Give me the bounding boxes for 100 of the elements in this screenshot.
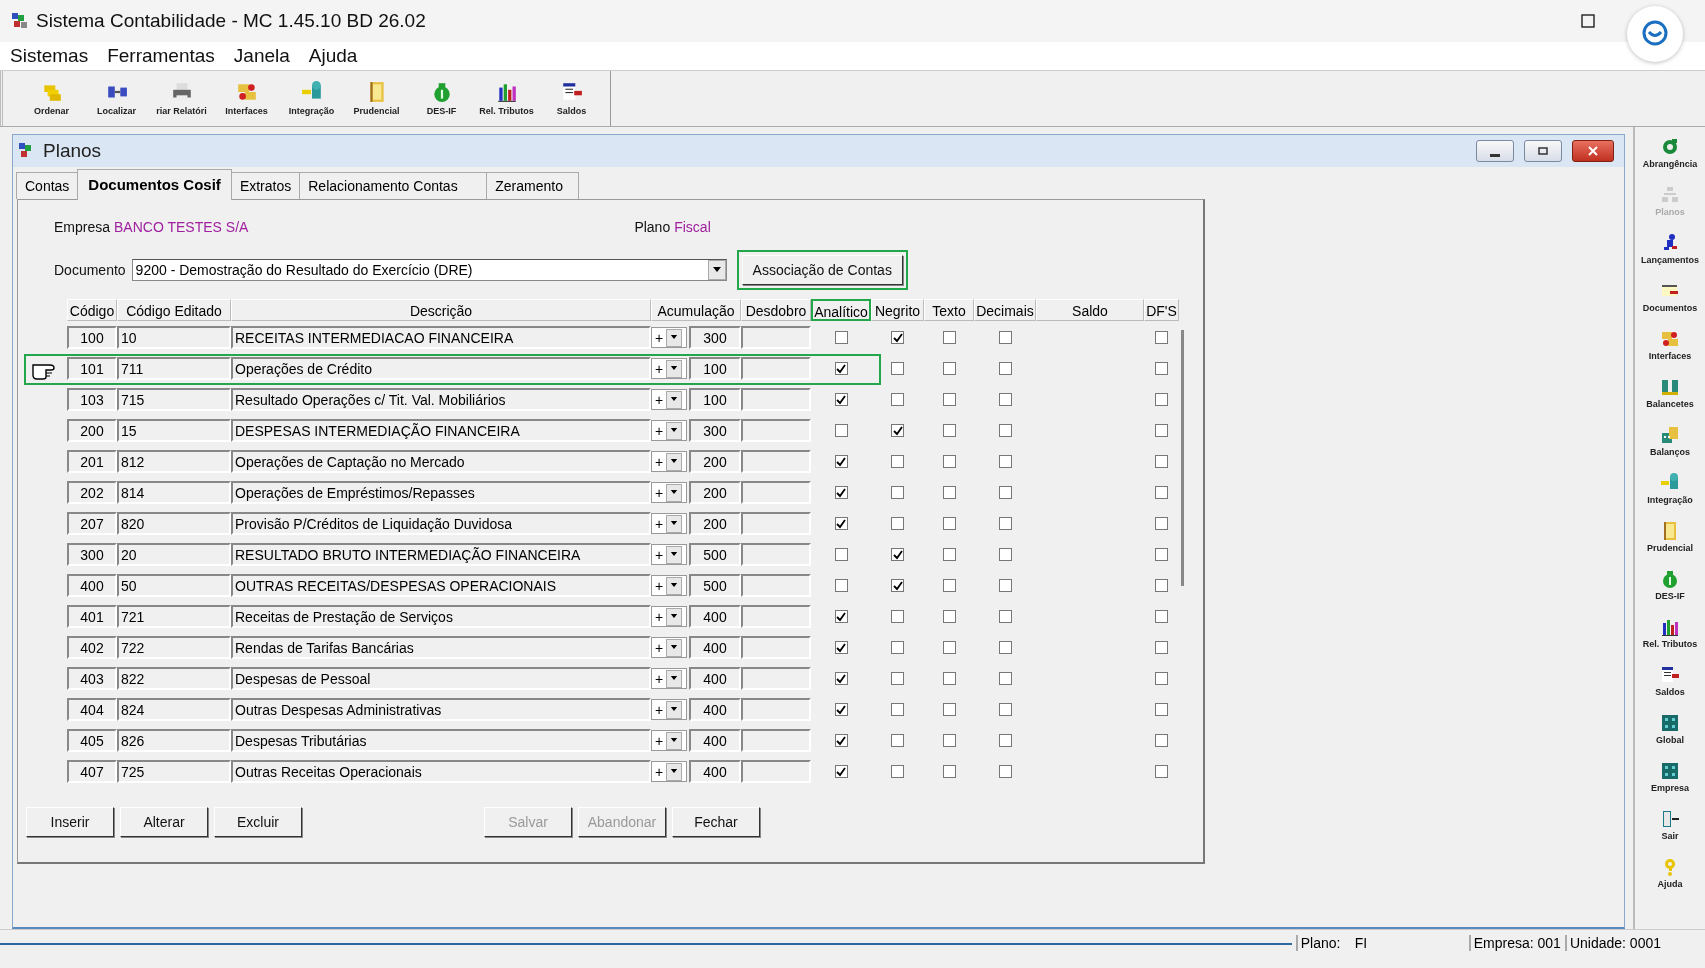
checkbox[interactable]: [891, 579, 904, 592]
checkbox[interactable]: [998, 548, 1012, 561]
checkbox[interactable]: [998, 579, 1012, 592]
checkbox[interactable]: [1155, 455, 1168, 468]
menu-item[interactable]: Ferramentas: [107, 45, 215, 67]
sidebar-button[interactable]: Saldos: [1635, 665, 1705, 713]
toolbar-button[interactable]: Interfaces: [214, 81, 279, 116]
checkbox[interactable]: [891, 734, 904, 747]
checkbox[interactable]: [942, 486, 956, 499]
checkbox[interactable]: [834, 610, 848, 623]
checkbox[interactable]: [1155, 610, 1168, 623]
checkbox[interactable]: [834, 579, 848, 592]
checkbox[interactable]: [891, 362, 904, 375]
checkbox[interactable]: [1155, 517, 1168, 530]
checkbox[interactable]: [891, 610, 904, 623]
checkbox[interactable]: [998, 486, 1012, 499]
sidebar-button[interactable]: Sair: [1635, 809, 1705, 857]
checkbox[interactable]: [998, 424, 1012, 437]
toolbar-button[interactable]: Saldos: [539, 81, 604, 116]
checkbox[interactable]: [834, 331, 848, 344]
checkbox[interactable]: [1155, 734, 1168, 747]
checkbox[interactable]: [998, 517, 1012, 530]
checkbox[interactable]: [891, 548, 904, 561]
checkbox[interactable]: [1155, 393, 1168, 406]
checkbox[interactable]: [834, 393, 848, 406]
minimize-button[interactable]: [1476, 140, 1514, 162]
checkbox[interactable]: [834, 734, 848, 747]
checkbox[interactable]: [834, 641, 848, 654]
checkbox[interactable]: [1155, 424, 1168, 437]
checkbox[interactable]: [998, 765, 1012, 778]
sidebar-button[interactable]: Prudencial: [1635, 521, 1705, 569]
sign-dropdown[interactable]: +: [651, 699, 687, 720]
checkbox[interactable]: [998, 641, 1012, 654]
sidebar-button[interactable]: Interfaces: [1635, 329, 1705, 377]
checkbox[interactable]: [1155, 765, 1168, 778]
checkbox[interactable]: [891, 331, 904, 344]
sign-dropdown[interactable]: +: [651, 513, 687, 534]
checkbox[interactable]: [1155, 641, 1168, 654]
sidebar-button[interactable]: Balancetes: [1635, 377, 1705, 425]
sign-dropdown[interactable]: +: [651, 575, 687, 596]
action-button[interactable]: Excluir: [214, 807, 302, 837]
checkbox[interactable]: [942, 579, 956, 592]
action-button[interactable]: Inserir: [26, 807, 114, 837]
checkbox[interactable]: [942, 331, 956, 344]
action-button[interactable]: Alterar: [120, 807, 208, 837]
checkbox[interactable]: [942, 362, 956, 375]
sidebar-button[interactable]: Rel. Tributos: [1635, 617, 1705, 665]
toolbar-button[interactable]: Rel. Tributos: [474, 81, 539, 116]
sign-dropdown[interactable]: +: [651, 637, 687, 658]
close-button[interactable]: [1572, 140, 1614, 162]
checkbox[interactable]: [942, 517, 956, 530]
checkbox[interactable]: [942, 393, 956, 406]
sign-dropdown[interactable]: +: [651, 606, 687, 627]
toolbar-button[interactable]: riar Relatóri: [149, 81, 214, 116]
sign-dropdown[interactable]: +: [651, 668, 687, 689]
checkbox[interactable]: [891, 455, 904, 468]
sidebar-button[interactable]: Lançamentos: [1635, 233, 1705, 281]
toolbar-button[interactable]: DES-IF: [409, 81, 474, 116]
checkbox[interactable]: [998, 734, 1012, 747]
checkbox[interactable]: [891, 517, 904, 530]
document-dropdown[interactable]: 9200 - Demostração do Resultado do Exercício (DRE): [131, 259, 727, 281]
toolbar-button[interactable]: Ordenar: [19, 81, 84, 116]
checkbox[interactable]: [834, 517, 848, 530]
sign-dropdown[interactable]: +: [651, 420, 687, 441]
checkbox[interactable]: [998, 672, 1012, 685]
sign-dropdown[interactable]: +: [651, 389, 687, 410]
sidebar-button[interactable]: Balanços: [1635, 425, 1705, 473]
checkbox[interactable]: [942, 703, 956, 716]
checkbox[interactable]: [1155, 579, 1168, 592]
checkbox[interactable]: [942, 641, 956, 654]
chat-bubble-button[interactable]: [1627, 6, 1683, 62]
checkbox[interactable]: [834, 424, 848, 437]
toolbar-button[interactable]: Localizar: [84, 81, 149, 116]
checkbox[interactable]: [891, 424, 904, 437]
checkbox[interactable]: [998, 362, 1012, 375]
checkbox[interactable]: [834, 548, 848, 561]
tab[interactable]: Zeramento: [486, 172, 580, 199]
sign-dropdown[interactable]: +: [651, 730, 687, 751]
checkbox[interactable]: [891, 641, 904, 654]
maximize-icon[interactable]: [1581, 14, 1595, 28]
checkbox[interactable]: [998, 703, 1012, 716]
checkbox[interactable]: [834, 703, 848, 716]
checkbox[interactable]: [834, 486, 848, 499]
menu-item[interactable]: Ajuda: [308, 45, 358, 67]
checkbox[interactable]: [1155, 703, 1168, 716]
checkbox[interactable]: [834, 672, 848, 685]
checkbox[interactable]: [834, 455, 848, 468]
checkbox[interactable]: [1155, 486, 1168, 499]
sign-dropdown[interactable]: +: [651, 761, 687, 782]
checkbox[interactable]: [1155, 672, 1168, 685]
checkbox[interactable]: [834, 362, 848, 375]
checkbox[interactable]: [891, 486, 904, 499]
checkbox[interactable]: [942, 672, 956, 685]
checkbox[interactable]: [942, 424, 956, 437]
toolbar-button[interactable]: Prudencial: [344, 81, 409, 116]
menu-item[interactable]: Sistemas: [10, 45, 89, 67]
menu-item[interactable]: Janela: [233, 45, 290, 67]
checkbox[interactable]: [942, 455, 956, 468]
sidebar-button[interactable]: DES-IF: [1635, 569, 1705, 617]
checkbox[interactable]: [942, 734, 956, 747]
